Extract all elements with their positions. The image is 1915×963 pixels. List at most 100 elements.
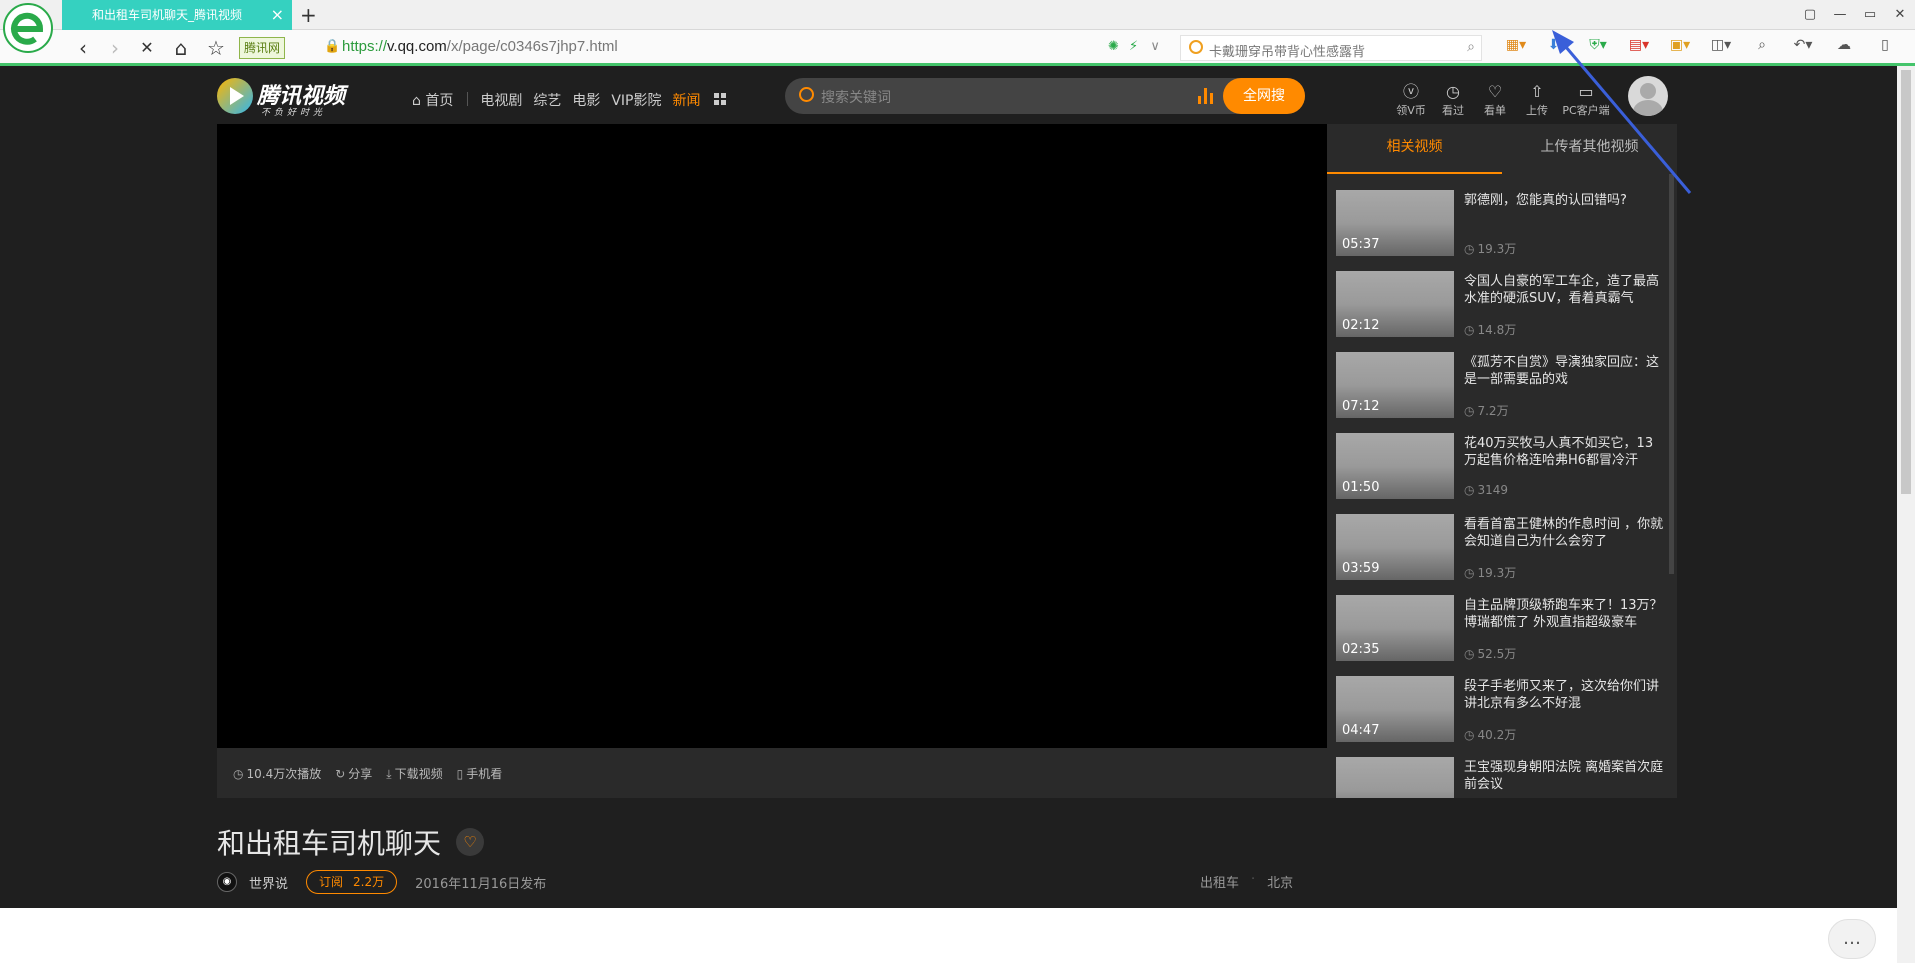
- tag[interactable]: 出租车: [1200, 872, 1239, 891]
- url-field[interactable]: https://v.qq.com/x/page/c0346s7jhp7.html: [342, 38, 618, 55]
- clock-icon: ◷: [1446, 82, 1460, 101]
- site-verified-badge[interactable]: 腾讯网: [239, 37, 286, 59]
- video-thumbnail[interactable]: 05:37: [1336, 190, 1454, 256]
- window-minimize-button[interactable]: —: [1825, 0, 1855, 30]
- download-video-button[interactable]: ⤓ 下载视频: [386, 765, 442, 782]
- browser-tab-bar: 和出租车司机聊天_腾讯视频 × + ▢ — ▭ ✕: [0, 0, 1915, 30]
- new-tab-button[interactable]: +: [300, 3, 317, 27]
- video-player[interactable]: [217, 124, 1327, 748]
- home-button[interactable]: ⌂: [170, 36, 192, 60]
- list-item[interactable]: 01:50 花40万买牧马人真不如买它，13万起售价格连哈弗H6都冒冷汗 ◷ 31…: [1336, 433, 1666, 514]
- nav-news[interactable]: 新闻: [673, 90, 701, 110]
- page-scrollbar-thumb[interactable]: [1901, 70, 1911, 494]
- search-engine-icon[interactable]: [1189, 40, 1203, 54]
- nav-variety[interactable]: 综艺: [533, 90, 561, 110]
- watchlist-button[interactable]: ♡ 看单: [1474, 82, 1516, 118]
- play-count-icon: ◷: [1464, 483, 1475, 497]
- back-button[interactable]: ‹: [72, 36, 94, 60]
- nav-tv[interactable]: 电视剧: [480, 90, 522, 110]
- forward-button[interactable]: ›: [104, 36, 126, 60]
- vcoin-button[interactable]: ⓥ 领V币: [1390, 82, 1432, 118]
- sidebar-scrollbar[interactable]: [1669, 174, 1674, 574]
- screenshot-icon[interactable]: ▣▾: [1664, 37, 1696, 53]
- favorite-star-button[interactable]: ☆: [205, 36, 227, 60]
- browser-logo-icon[interactable]: [2, 2, 54, 54]
- list-item[interactable]: 04:47 段子手老师又来了，这次给你们讲讲北京有多么不好混 ◷ 40.2万: [1336, 676, 1666, 757]
- nav-vip[interactable]: VIP影院: [611, 90, 661, 110]
- list-item[interactable]: 02:12 令国人自豪的军工车企，造了最高水准的硬派SUV，看着真霸气 ◷ 14.…: [1336, 271, 1666, 352]
- chevron-down-icon[interactable]: ∨: [1150, 39, 1160, 54]
- video-duration: 05:37: [1342, 237, 1380, 252]
- share-button[interactable]: ↻ 分享: [335, 765, 372, 782]
- video-thumbnail[interactable]: 02:12: [1336, 271, 1454, 337]
- browser-search-input[interactable]: 卡戴珊穿吊带背心性感露背 ⌕: [1180, 35, 1482, 61]
- video-thumbnail[interactable]: [1336, 757, 1454, 798]
- stop-loading-button[interactable]: ✕: [136, 38, 158, 57]
- video-title[interactable]: 令国人自豪的军工车企，造了最高水准的硬派SUV，看着真霸气: [1464, 273, 1664, 307]
- pc-client-button[interactable]: ▭ PC客户端: [1558, 82, 1614, 118]
- list-item[interactable]: 03:59 看看首富王健林的作息时间 ，你就会知道自己为什么会穷了 ◷ 19.3万: [1336, 514, 1666, 595]
- watch-on-mobile-button[interactable]: ▯ 手机看: [457, 765, 503, 782]
- apps-icon[interactable]: ▦▾: [1500, 37, 1532, 53]
- cloud-icon[interactable]: ☁: [1828, 37, 1860, 53]
- menu-icon[interactable]: ≡: [1910, 37, 1915, 53]
- video-title[interactable]: 花40万买牧马人真不如买它，13万起售价格连哈弗H6都冒冷汗: [1464, 435, 1664, 469]
- window-close-button[interactable]: ✕: [1885, 0, 1915, 30]
- subscribe-button[interactable]: 订阅 2.2万: [306, 870, 398, 894]
- uploader-avatar[interactable]: ◉: [217, 872, 237, 892]
- tencent-video-logo[interactable]: 腾讯视频 不负好时光: [217, 78, 357, 120]
- page-scrollbar[interactable]: [1897, 66, 1915, 963]
- play-count-icon: ◷: [1464, 323, 1475, 337]
- video-thumbnail[interactable]: 03:59: [1336, 514, 1454, 580]
- video-duration: 01:50: [1342, 480, 1380, 495]
- chat-bubble-icon[interactable]: …: [1828, 919, 1876, 959]
- search-all-button[interactable]: 全网搜: [1223, 78, 1305, 114]
- video-title[interactable]: 看看首富王健林的作息时间 ，你就会知道自己为什么会穷了: [1464, 516, 1664, 550]
- list-item[interactable]: 07:12 《孤芳不自赏》导演独家回应：这是一部需要品的戏 ◷ 7.2万: [1336, 352, 1666, 433]
- browser-tab-active[interactable]: 和出租车司机聊天_腾讯视频 ×: [62, 0, 292, 30]
- more-channels-icon[interactable]: [714, 93, 726, 105]
- video-thumbnail[interactable]: 02:35: [1336, 595, 1454, 661]
- zoom-icon[interactable]: ⌕: [1746, 37, 1778, 53]
- uploader-name[interactable]: 世界说: [249, 873, 288, 892]
- video-views: ◷ 52.5万: [1464, 647, 1517, 661]
- video-search-input[interactable]: 搜索关键词: [821, 87, 891, 107]
- shield-icon[interactable]: ⛨▾: [1582, 37, 1614, 53]
- window-maximize-button[interactable]: ▭: [1855, 0, 1885, 30]
- pdf-icon[interactable]: ▤▾: [1623, 37, 1655, 53]
- list-item[interactable]: 王宝强现身朝阳法院 离婚案首次庭前会议: [1336, 757, 1666, 798]
- speed-mode-icon[interactable]: ⚡: [1129, 39, 1138, 54]
- video-title[interactable]: 《孤芳不自赏》导演独家回应：这是一部需要品的戏: [1464, 354, 1664, 388]
- tag[interactable]: 北京: [1267, 872, 1293, 891]
- list-item[interactable]: 05:37 郭德刚，您能真的认回错吗? ◷ 19.3万: [1336, 190, 1666, 271]
- play-count-icon: ◷: [233, 766, 244, 781]
- mobile-icon[interactable]: ▯: [1869, 37, 1901, 53]
- nav-movie[interactable]: 电影: [572, 90, 600, 110]
- video-thumbnail[interactable]: 04:47: [1336, 676, 1454, 742]
- video-title[interactable]: 段子手老师又来了，这次给你们讲讲北京有多么不好混: [1464, 678, 1664, 712]
- download-icon[interactable]: ⬇▾: [1541, 37, 1573, 53]
- lock-icon: 🔒: [324, 39, 341, 54]
- hot-chart-icon[interactable]: [1198, 88, 1214, 104]
- gamepad-icon[interactable]: ◫▾: [1705, 37, 1737, 53]
- list-item[interactable]: 02:35 自主品牌顶级轿跑车来了！13万？博瑞都慌了 外观直指超级豪车 ◷ 52…: [1336, 595, 1666, 676]
- video-duration: 07:12: [1342, 399, 1380, 414]
- video-thumbnail[interactable]: 01:50: [1336, 433, 1454, 499]
- video-title[interactable]: 自主品牌顶级轿跑车来了！13万？博瑞都慌了 外观直指超级豪车: [1464, 597, 1664, 631]
- search-icon[interactable]: ⌕: [1467, 39, 1475, 55]
- tab-uploader-videos[interactable]: 上传者其他视频: [1502, 124, 1677, 174]
- video-search-bar[interactable]: 搜索关键词 全网搜: [785, 78, 1305, 114]
- video-title[interactable]: 王宝强现身朝阳法院 离婚案首次庭前会议: [1464, 759, 1664, 793]
- video-title[interactable]: 郭德刚，您能真的认回错吗?: [1464, 192, 1664, 209]
- avatar[interactable]: [1628, 76, 1668, 116]
- tab-related-videos[interactable]: 相关视频: [1327, 124, 1502, 174]
- compat-mode-icon[interactable]: ✺: [1108, 39, 1119, 54]
- favorite-heart-icon[interactable]: ♡: [456, 828, 484, 856]
- nav-home[interactable]: ⌂ 首页: [412, 90, 453, 110]
- upload-button[interactable]: ⇧ 上传: [1516, 82, 1558, 118]
- undo-icon[interactable]: ↶▾: [1787, 37, 1819, 53]
- video-thumbnail[interactable]: 07:12: [1336, 352, 1454, 418]
- history-button[interactable]: ◷ 看过: [1432, 82, 1474, 118]
- tab-close-icon[interactable]: ×: [271, 0, 284, 30]
- window-skin-icon[interactable]: ▢: [1795, 0, 1825, 30]
